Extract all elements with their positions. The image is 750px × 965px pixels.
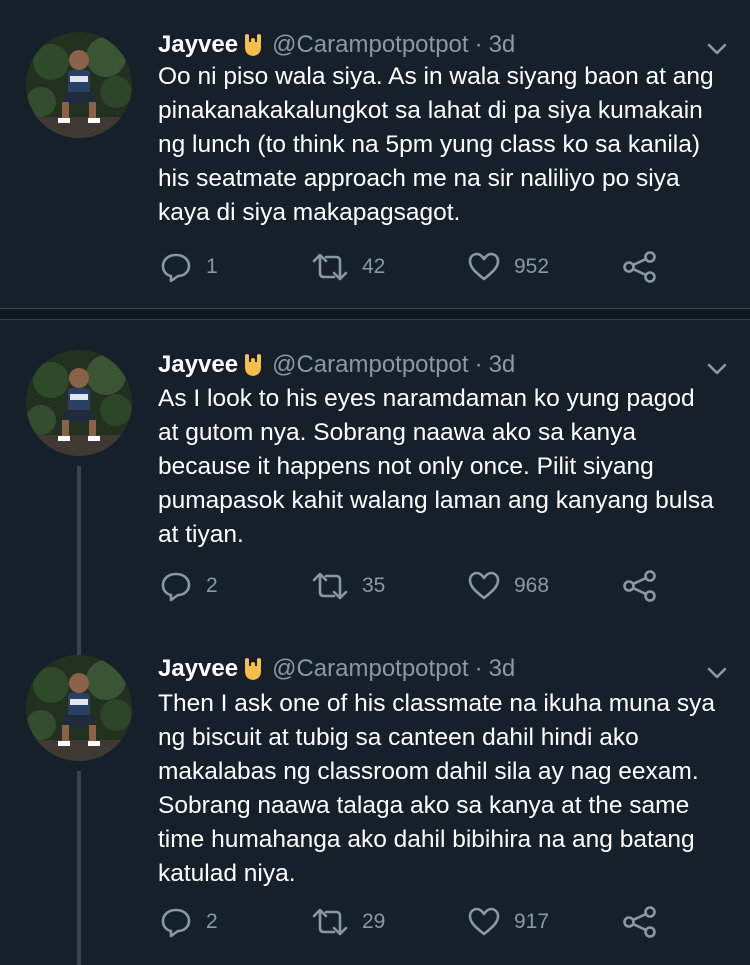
author-name[interactable]: Jayvee — [158, 31, 238, 59]
tweet-text-line: Oo ni piso wala siya. As in wala siyang … — [158, 63, 714, 90]
retweet-icon — [312, 906, 348, 938]
share-icon — [623, 251, 657, 283]
retweet-count: 35 — [362, 574, 386, 597]
reply-icon — [160, 906, 192, 938]
author-name[interactable]: Jayvee — [158, 655, 238, 683]
author-handle[interactable]: @Carampotpotpot — [272, 31, 468, 59]
tweet-text-line: pinakanakakalungkot sa lahat di pa siya … — [158, 97, 703, 124]
reply-icon — [160, 251, 192, 283]
tweet[interactable]: Jayvee @Carampotpotpot · 3d Oo ni piso w… — [0, 0, 750, 308]
tweet-text: As I look to his eyes naramdaman ko yung… — [158, 382, 733, 552]
retweet-button[interactable]: 35 — [312, 568, 385, 604]
tweet[interactable]: Jayvee @Carampotpotpot · 3d Then I ask o… — [0, 635, 750, 965]
share-icon — [623, 570, 657, 602]
retweet-icon — [312, 570, 348, 602]
author-handle[interactable]: @Carampotpotpot — [272, 655, 468, 683]
separator-dot: · — [474, 351, 483, 378]
avatar[interactable] — [26, 32, 132, 138]
like-count: 917 — [514, 910, 550, 933]
retweet-button[interactable]: 29 — [312, 904, 385, 940]
tweet-header: Jayvee @Carampotpotpot · 3d — [158, 30, 515, 60]
tweet-text-line: As I look to his eyes naramdaman ko yung… — [158, 385, 695, 412]
tweet-text-line: his seatmate approach me na sir naliliyo… — [158, 165, 680, 192]
tweet-actions: 1 42 952 — [160, 249, 700, 285]
thread-line — [77, 635, 81, 655]
hand-rock-icon — [242, 353, 264, 377]
retweet-button[interactable]: 42 — [312, 249, 385, 285]
tweet-actions: 2 29 917 — [160, 904, 700, 940]
tweet-text-line: katulad niya. — [158, 860, 296, 887]
hand-rock-icon — [242, 657, 264, 681]
tweet-text-line: ng biscuit at tubig sa canteen dahil hin… — [158, 724, 639, 751]
like-button[interactable]: 952 — [468, 249, 549, 285]
share-icon — [623, 906, 657, 938]
heart-icon — [468, 907, 500, 937]
avatar[interactable] — [26, 350, 132, 456]
reply-button[interactable]: 2 — [160, 904, 218, 940]
tweet-text: Then I ask one of his classmate na ikuha… — [158, 687, 733, 891]
reply-icon — [160, 570, 192, 602]
like-count: 968 — [514, 574, 550, 597]
tweet-text-line: kaya di siya makapagsagot. — [158, 199, 461, 226]
like-count: 952 — [514, 255, 550, 278]
reply-count: 2 — [206, 910, 218, 933]
author-name[interactable]: Jayvee — [158, 351, 238, 379]
like-button[interactable]: 968 — [468, 568, 549, 604]
chevron-down-icon[interactable] — [704, 660, 730, 686]
like-button[interactable]: 917 — [468, 904, 549, 940]
tweet-text-line: pumapasok kahit walang laman ang kanyang… — [158, 487, 714, 514]
tweet-header: Jayvee @Carampotpotpot · 3d — [158, 654, 515, 684]
tweet-divider — [0, 308, 750, 320]
tweet-text-line: at tiyan. — [158, 521, 244, 548]
reply-button[interactable]: 1 — [160, 249, 218, 285]
heart-icon — [468, 571, 500, 601]
tweet-header: Jayvee @Carampotpotpot · 3d — [158, 350, 515, 380]
tweet-text-line: at gutom nya. Sobrang naawa ako sa kanya — [158, 419, 637, 446]
retweet-icon — [312, 251, 348, 283]
tweet[interactable]: Jayvee @Carampotpotpot · 3d As I look to… — [0, 320, 750, 635]
reply-button[interactable]: 2 — [160, 568, 218, 604]
tweet-text-line: Sobrang naawa talaga ako sa kanya at the… — [158, 792, 690, 819]
share-button[interactable] — [623, 568, 657, 604]
thread-line — [77, 771, 81, 965]
tweet-actions: 2 35 968 — [160, 568, 700, 604]
tweet-text-line: Then I ask one of his classmate na ikuha… — [158, 690, 715, 717]
separator-dot: · — [474, 655, 483, 682]
tweet-text: Oo ni piso wala siya. As in wala siyang … — [158, 60, 733, 230]
tweet-text-line: time humahanga ako dahil bibihira na ang… — [158, 826, 695, 853]
retweet-count: 29 — [362, 910, 386, 933]
share-button[interactable] — [623, 904, 657, 940]
chevron-down-icon[interactable] — [704, 36, 730, 62]
reply-count: 1 — [206, 255, 218, 278]
tweet-text-line: because it happens not only once. Pilit … — [158, 453, 654, 480]
share-button[interactable] — [623, 249, 657, 285]
tweet-text-line: makalabas ng classroom dahil sila ay nag… — [158, 758, 699, 785]
reply-count: 2 — [206, 574, 218, 597]
heart-icon — [468, 252, 500, 282]
retweet-count: 42 — [362, 255, 386, 278]
author-handle[interactable]: @Carampotpotpot — [272, 351, 468, 379]
timestamp[interactable]: 3d — [489, 655, 516, 683]
avatar[interactable] — [26, 655, 132, 761]
tweet-text-line: ng lunch (to think na 5pm yung class ko … — [158, 131, 701, 158]
timestamp[interactable]: 3d — [489, 351, 516, 379]
timestamp[interactable]: 3d — [489, 31, 516, 59]
thread-line — [77, 466, 81, 635]
separator-dot: · — [474, 31, 483, 58]
chevron-down-icon[interactable] — [704, 356, 730, 382]
hand-rock-icon — [242, 33, 264, 57]
